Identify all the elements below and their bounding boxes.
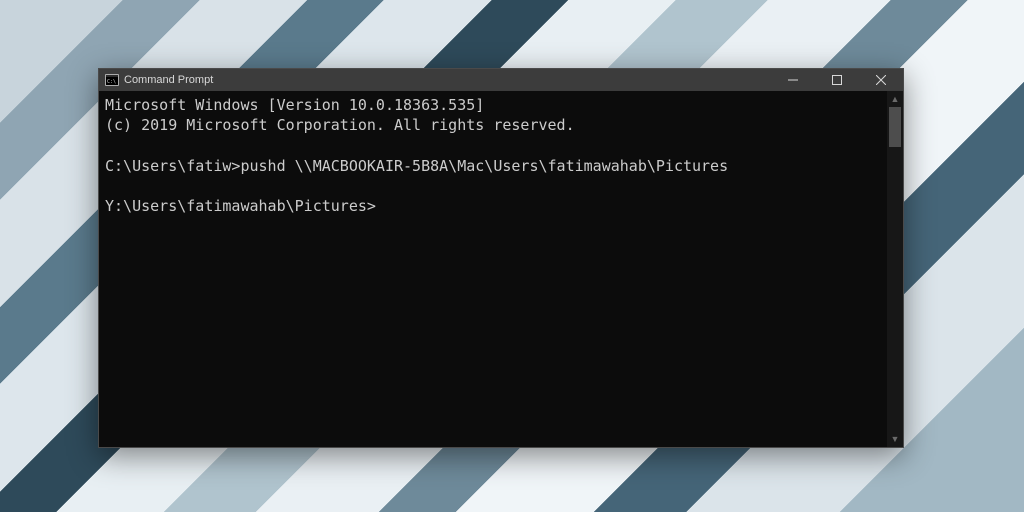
scroll-down-arrow[interactable]: ▼ bbox=[887, 431, 903, 447]
maximize-button[interactable] bbox=[815, 69, 859, 91]
minimize-button[interactable] bbox=[771, 69, 815, 91]
command-prompt-window: C:\ Command Prompt Microsoft Windows [Ve… bbox=[98, 68, 904, 448]
window-title: Command Prompt bbox=[124, 69, 213, 91]
terminal-line: Microsoft Windows [Version 10.0.18363.53… bbox=[105, 95, 883, 115]
vertical-scrollbar[interactable]: ▲ ▼ bbox=[887, 91, 903, 447]
terminal-viewport: Microsoft Windows [Version 10.0.18363.53… bbox=[99, 91, 903, 447]
terminal-blank-line bbox=[105, 176, 883, 196]
scroll-thumb[interactable] bbox=[889, 107, 901, 147]
terminal-blank-line bbox=[105, 136, 883, 156]
terminal-line: (c) 2019 Microsoft Corporation. All righ… bbox=[105, 115, 883, 135]
terminal-line: C:\Users\fatiw>pushd \\MACBOOKAIR-5B8A\M… bbox=[105, 156, 883, 176]
svg-text:C:\: C:\ bbox=[107, 79, 116, 85]
scroll-up-arrow[interactable]: ▲ bbox=[887, 91, 903, 107]
close-button[interactable] bbox=[859, 69, 903, 91]
terminal-output[interactable]: Microsoft Windows [Version 10.0.18363.53… bbox=[99, 91, 887, 447]
titlebar[interactable]: C:\ Command Prompt bbox=[99, 69, 903, 91]
terminal-line: Y:\Users\fatimawahab\Pictures> bbox=[105, 196, 883, 216]
cmd-icon: C:\ bbox=[105, 74, 119, 86]
